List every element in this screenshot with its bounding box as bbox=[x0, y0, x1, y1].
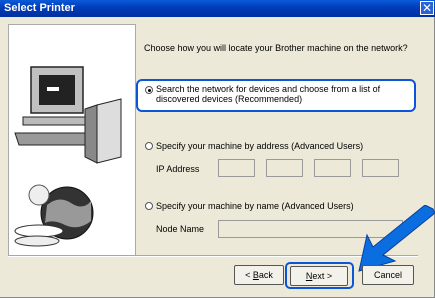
globe-icon bbox=[14, 184, 94, 247]
radio-specify-name[interactable] bbox=[145, 202, 153, 210]
node-name-label: Node Name bbox=[156, 224, 205, 234]
radio-specify-address[interactable] bbox=[145, 142, 153, 150]
radio-search-network[interactable] bbox=[145, 86, 153, 94]
back-button[interactable]: < Back bbox=[234, 265, 284, 285]
window-title: Select Printer bbox=[4, 2, 75, 14]
next-rest: ext > bbox=[312, 271, 333, 281]
back-prefix: < bbox=[245, 270, 253, 280]
ip-octet-4-input[interactable] bbox=[362, 159, 399, 177]
select-printer-dialog: Select Printer ✕ Choose how you will loc… bbox=[0, 0, 435, 298]
option-search-network-label[interactable]: Search the network for devices and choos… bbox=[156, 84, 408, 104]
computer-icon bbox=[14, 66, 122, 247]
cancel-button[interactable]: Cancel bbox=[362, 265, 414, 285]
back-rest: ack bbox=[258, 270, 273, 280]
option-specify-address-label[interactable]: Specify your machine by address (Advance… bbox=[156, 141, 363, 151]
ip-address-label: IP Address bbox=[156, 164, 200, 174]
illustration-panel bbox=[8, 24, 136, 256]
ip-octet-1-input[interactable] bbox=[218, 159, 255, 177]
option-specify-name-label[interactable]: Specify your machine by name (Advanced U… bbox=[156, 201, 354, 211]
close-button[interactable]: ✕ bbox=[420, 1, 434, 15]
title-bar[interactable]: Select Printer ✕ bbox=[0, 0, 435, 17]
ip-octet-3-input[interactable] bbox=[314, 159, 351, 177]
tower-icon bbox=[84, 98, 122, 164]
next-button[interactable]: Next > bbox=[290, 266, 348, 286]
ip-octet-2-input[interactable] bbox=[266, 159, 303, 177]
instruction-text: Choose how you will locate your Brother … bbox=[144, 43, 408, 53]
